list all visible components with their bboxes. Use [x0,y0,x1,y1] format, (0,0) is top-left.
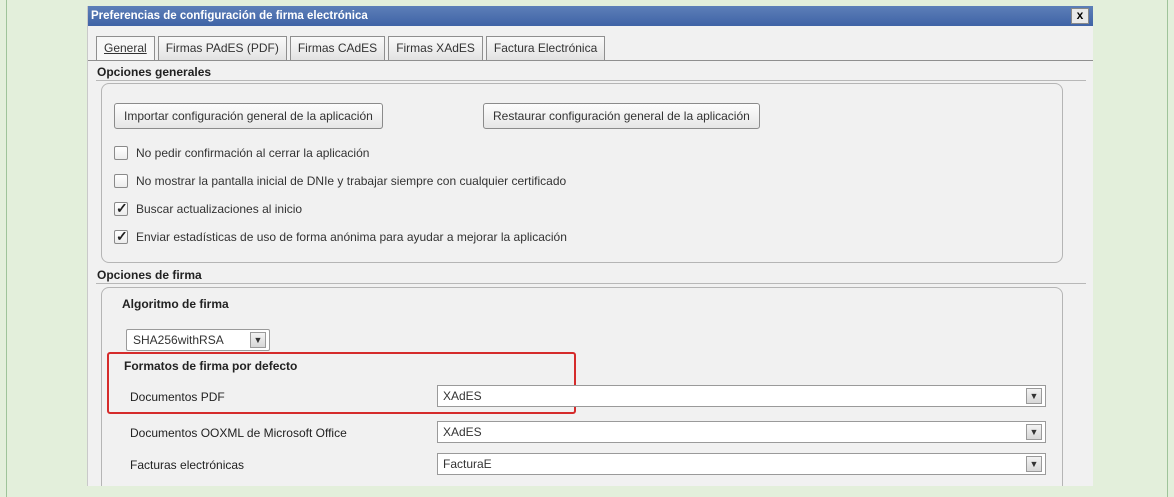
chevron-down-icon[interactable]: ▼ [1026,424,1042,440]
close-button[interactable]: x [1071,8,1089,24]
checkbox-row-send-stats[interactable]: ✓ Enviar estadísticas de uso de forma an… [114,228,567,246]
tab-firmas-cades[interactable]: Firmas CAdES [289,36,386,60]
signature-options-header: Opciones de firma [96,266,1086,284]
tab-firmas-pades[interactable]: Firmas PAdES (PDF) [157,36,287,60]
invoice-format-label: Facturas electrónicas [130,458,245,472]
chevron-down-icon[interactable]: ▼ [1026,456,1042,472]
tab-firmas-xades[interactable]: Firmas XAdES [388,36,483,60]
pdf-format-select[interactable]: XAdES ▼ [437,385,1046,407]
preferences-window: Preferencias de configuración de firma e… [87,6,1093,486]
chevron-down-icon[interactable]: ▼ [1026,388,1042,404]
page-frame-right [1167,0,1168,497]
tab-divider [88,60,1093,61]
import-config-button[interactable]: Importar configuración general de la apl… [114,103,383,129]
algorithm-select[interactable]: SHA256withRSA ▼ [126,329,270,351]
chevron-down-icon[interactable]: ▼ [250,332,266,348]
window-title: Preferencias de configuración de firma e… [91,10,368,22]
tab-bar: General Firmas PAdES (PDF) Firmas CAdES … [96,36,608,60]
pdf-format-label: Documentos PDF [130,390,225,404]
window-titlebar: Preferencias de configuración de firma e… [88,6,1093,26]
check-updates-checkbox[interactable]: ✓ [114,200,128,216]
send-stats-label: Enviar estadísticas de uso de forma anón… [136,230,567,244]
no-confirm-checkbox[interactable] [114,146,128,160]
no-confirm-label: No pedir confirmación al cerrar la aplic… [136,146,370,160]
ooxml-format-label: Documentos OOXML de Microsoft Office [130,426,347,440]
no-dnie-screen-label: No mostrar la pantalla inicial de DNIe y… [136,174,567,188]
checkmark-icon: ✓ [116,200,128,216]
checkbox-row-no-confirm[interactable]: No pedir confirmación al cerrar la aplic… [114,144,369,162]
ooxml-format-select[interactable]: XAdES ▼ [437,421,1046,443]
checkbox-row-check-updates[interactable]: ✓ Buscar actualizaciones al inicio [114,200,302,218]
general-options-header: Opciones generales [96,63,1086,81]
algorithm-value: SHA256withRSA [133,333,224,347]
checkmark-icon: ✓ [116,228,128,244]
send-stats-checkbox[interactable]: ✓ [114,228,128,244]
check-updates-label: Buscar actualizaciones al inicio [136,202,303,216]
restore-config-button[interactable]: Restaurar configuración general de la ap… [483,103,760,129]
algorithm-label: Algoritmo de firma [122,297,229,311]
tab-general[interactable]: General [96,36,155,60]
ooxml-format-value: XAdES [443,425,482,439]
pdf-format-value: XAdES [443,389,482,403]
invoice-format-select[interactable]: FacturaE ▼ [437,453,1046,475]
invoice-format-value: FacturaE [443,457,492,471]
no-dnie-screen-checkbox[interactable] [114,174,128,188]
tab-factura-electronica[interactable]: Factura Electrónica [485,36,606,60]
checkbox-row-no-dnie-screen[interactable]: No mostrar la pantalla inicial de DNIe y… [114,172,566,190]
page-frame-left [6,0,7,497]
